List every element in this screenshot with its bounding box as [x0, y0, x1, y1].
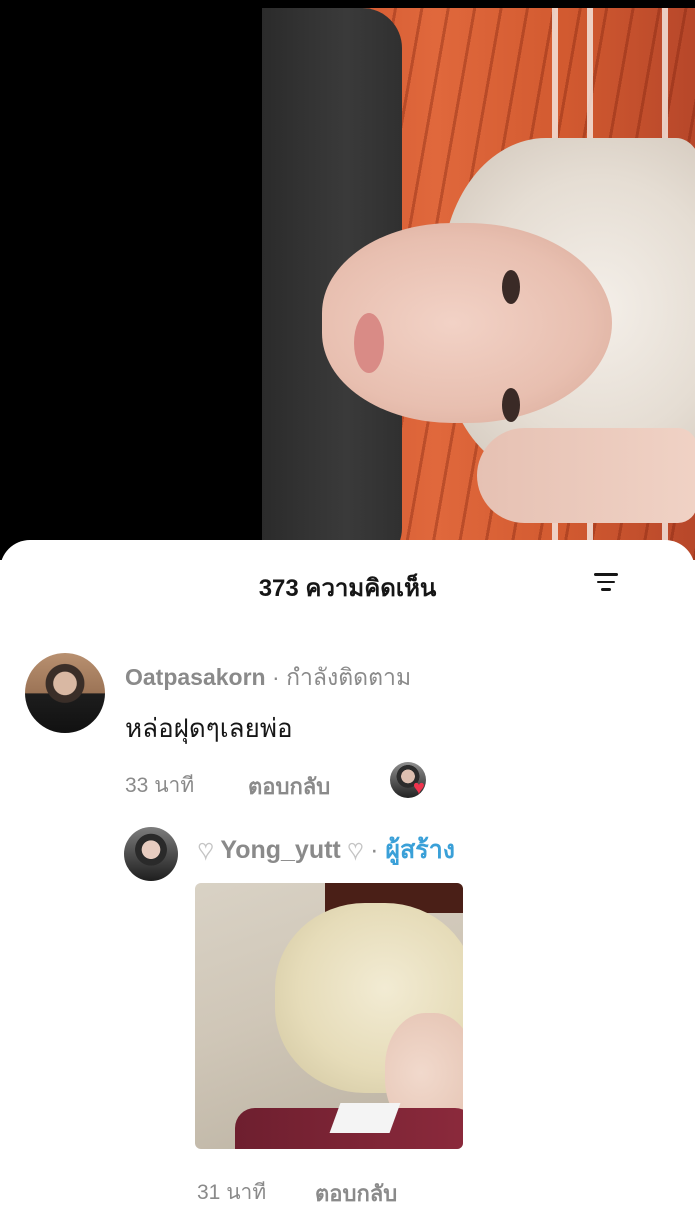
comments-sheet: 373 ความคิดเห็น Oatpasakorn · กำลังติดตา… — [0, 540, 695, 1206]
video-frame — [262, 8, 695, 560]
white-heart-icon: ♥ — [197, 833, 214, 864]
reply-time: 31 นาที — [197, 1181, 267, 1204]
reply-meta: ♥ Yong_yutt ♥ · ผู้สร้าง — [197, 830, 455, 870]
person-eye — [502, 270, 520, 304]
person-hand — [477, 428, 695, 523]
video-player[interactable] — [0, 0, 695, 560]
username[interactable]: Oatpasakorn — [125, 664, 266, 690]
comment-meta: Oatpasakorn · กำลังติดตาม — [125, 660, 411, 696]
comments-header: 373 ความคิดเห็น — [0, 568, 695, 607]
follow-status: กำลังติดตาม — [286, 664, 412, 690]
avatar[interactable] — [124, 827, 178, 881]
reply-button[interactable]: ตอบกลับ — [315, 1176, 397, 1211]
comment-count: 373 ความคิดเห็น — [258, 575, 437, 602]
separator: · — [370, 836, 379, 864]
person-eye — [502, 388, 520, 422]
username[interactable]: Yong_yutt — [220, 836, 340, 864]
white-heart-icon: ♥ — [347, 833, 364, 864]
comment-time: 33 นาที — [125, 774, 195, 797]
reply-button[interactable]: ตอบกลับ — [248, 769, 330, 804]
creator-badge: ผู้สร้าง — [385, 836, 455, 864]
separator: · — [272, 664, 280, 690]
filter-icon[interactable] — [594, 573, 618, 593]
comment-text: หล่อฝุดๆเลยพ่อ — [125, 713, 293, 743]
avatar[interactable] — [25, 653, 105, 733]
person-lips — [354, 313, 384, 373]
heart-icon: ♥ — [413, 777, 425, 799]
reply-image[interactable] — [195, 883, 463, 1149]
image-collar — [329, 1103, 401, 1133]
